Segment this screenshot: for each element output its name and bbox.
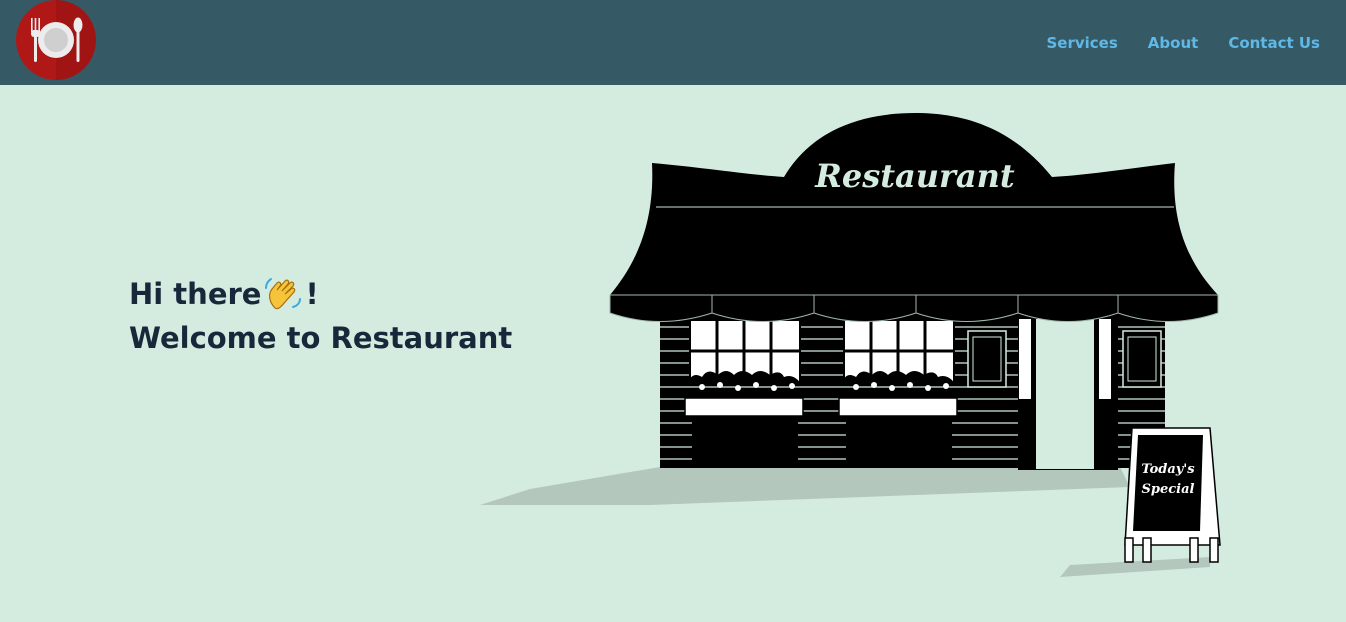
nav-services[interactable]: Services [1047,34,1118,52]
todays-special-board: Today's Special [1124,427,1221,563]
nav-contact-us[interactable]: Contact Us [1228,34,1320,52]
sign-shadow [1060,557,1210,577]
navbar: Services About Contact Us [0,0,1346,85]
hero-heading: Hi there ! Welcome to Restaurant [129,272,512,360]
restaurant-sign: Restaurant [814,157,1015,195]
restaurant-storefront-illustration: Restaurant Today's Special [480,113,1221,577]
logo-plate-icon[interactable] [16,0,96,80]
waving-hand-icon [265,278,302,310]
restaurant-door [1018,310,1118,470]
board-text-line2: Special [1142,482,1195,497]
menu-frame-left [967,330,1007,388]
board-text-line1: Today's [1141,462,1195,477]
ground-shadow [480,467,1130,505]
awning: Restaurant [609,113,1219,322]
nav-links: Services About Contact Us [1047,34,1321,52]
menu-frame-right [1122,330,1162,388]
nav-about[interactable]: About [1148,34,1199,52]
greeting-text: Hi there [129,277,262,311]
greeting-exclamation: ! [305,277,319,311]
greeting-line: Hi there ! [129,272,512,316]
welcome-text: Welcome to Restaurant [129,321,513,355]
